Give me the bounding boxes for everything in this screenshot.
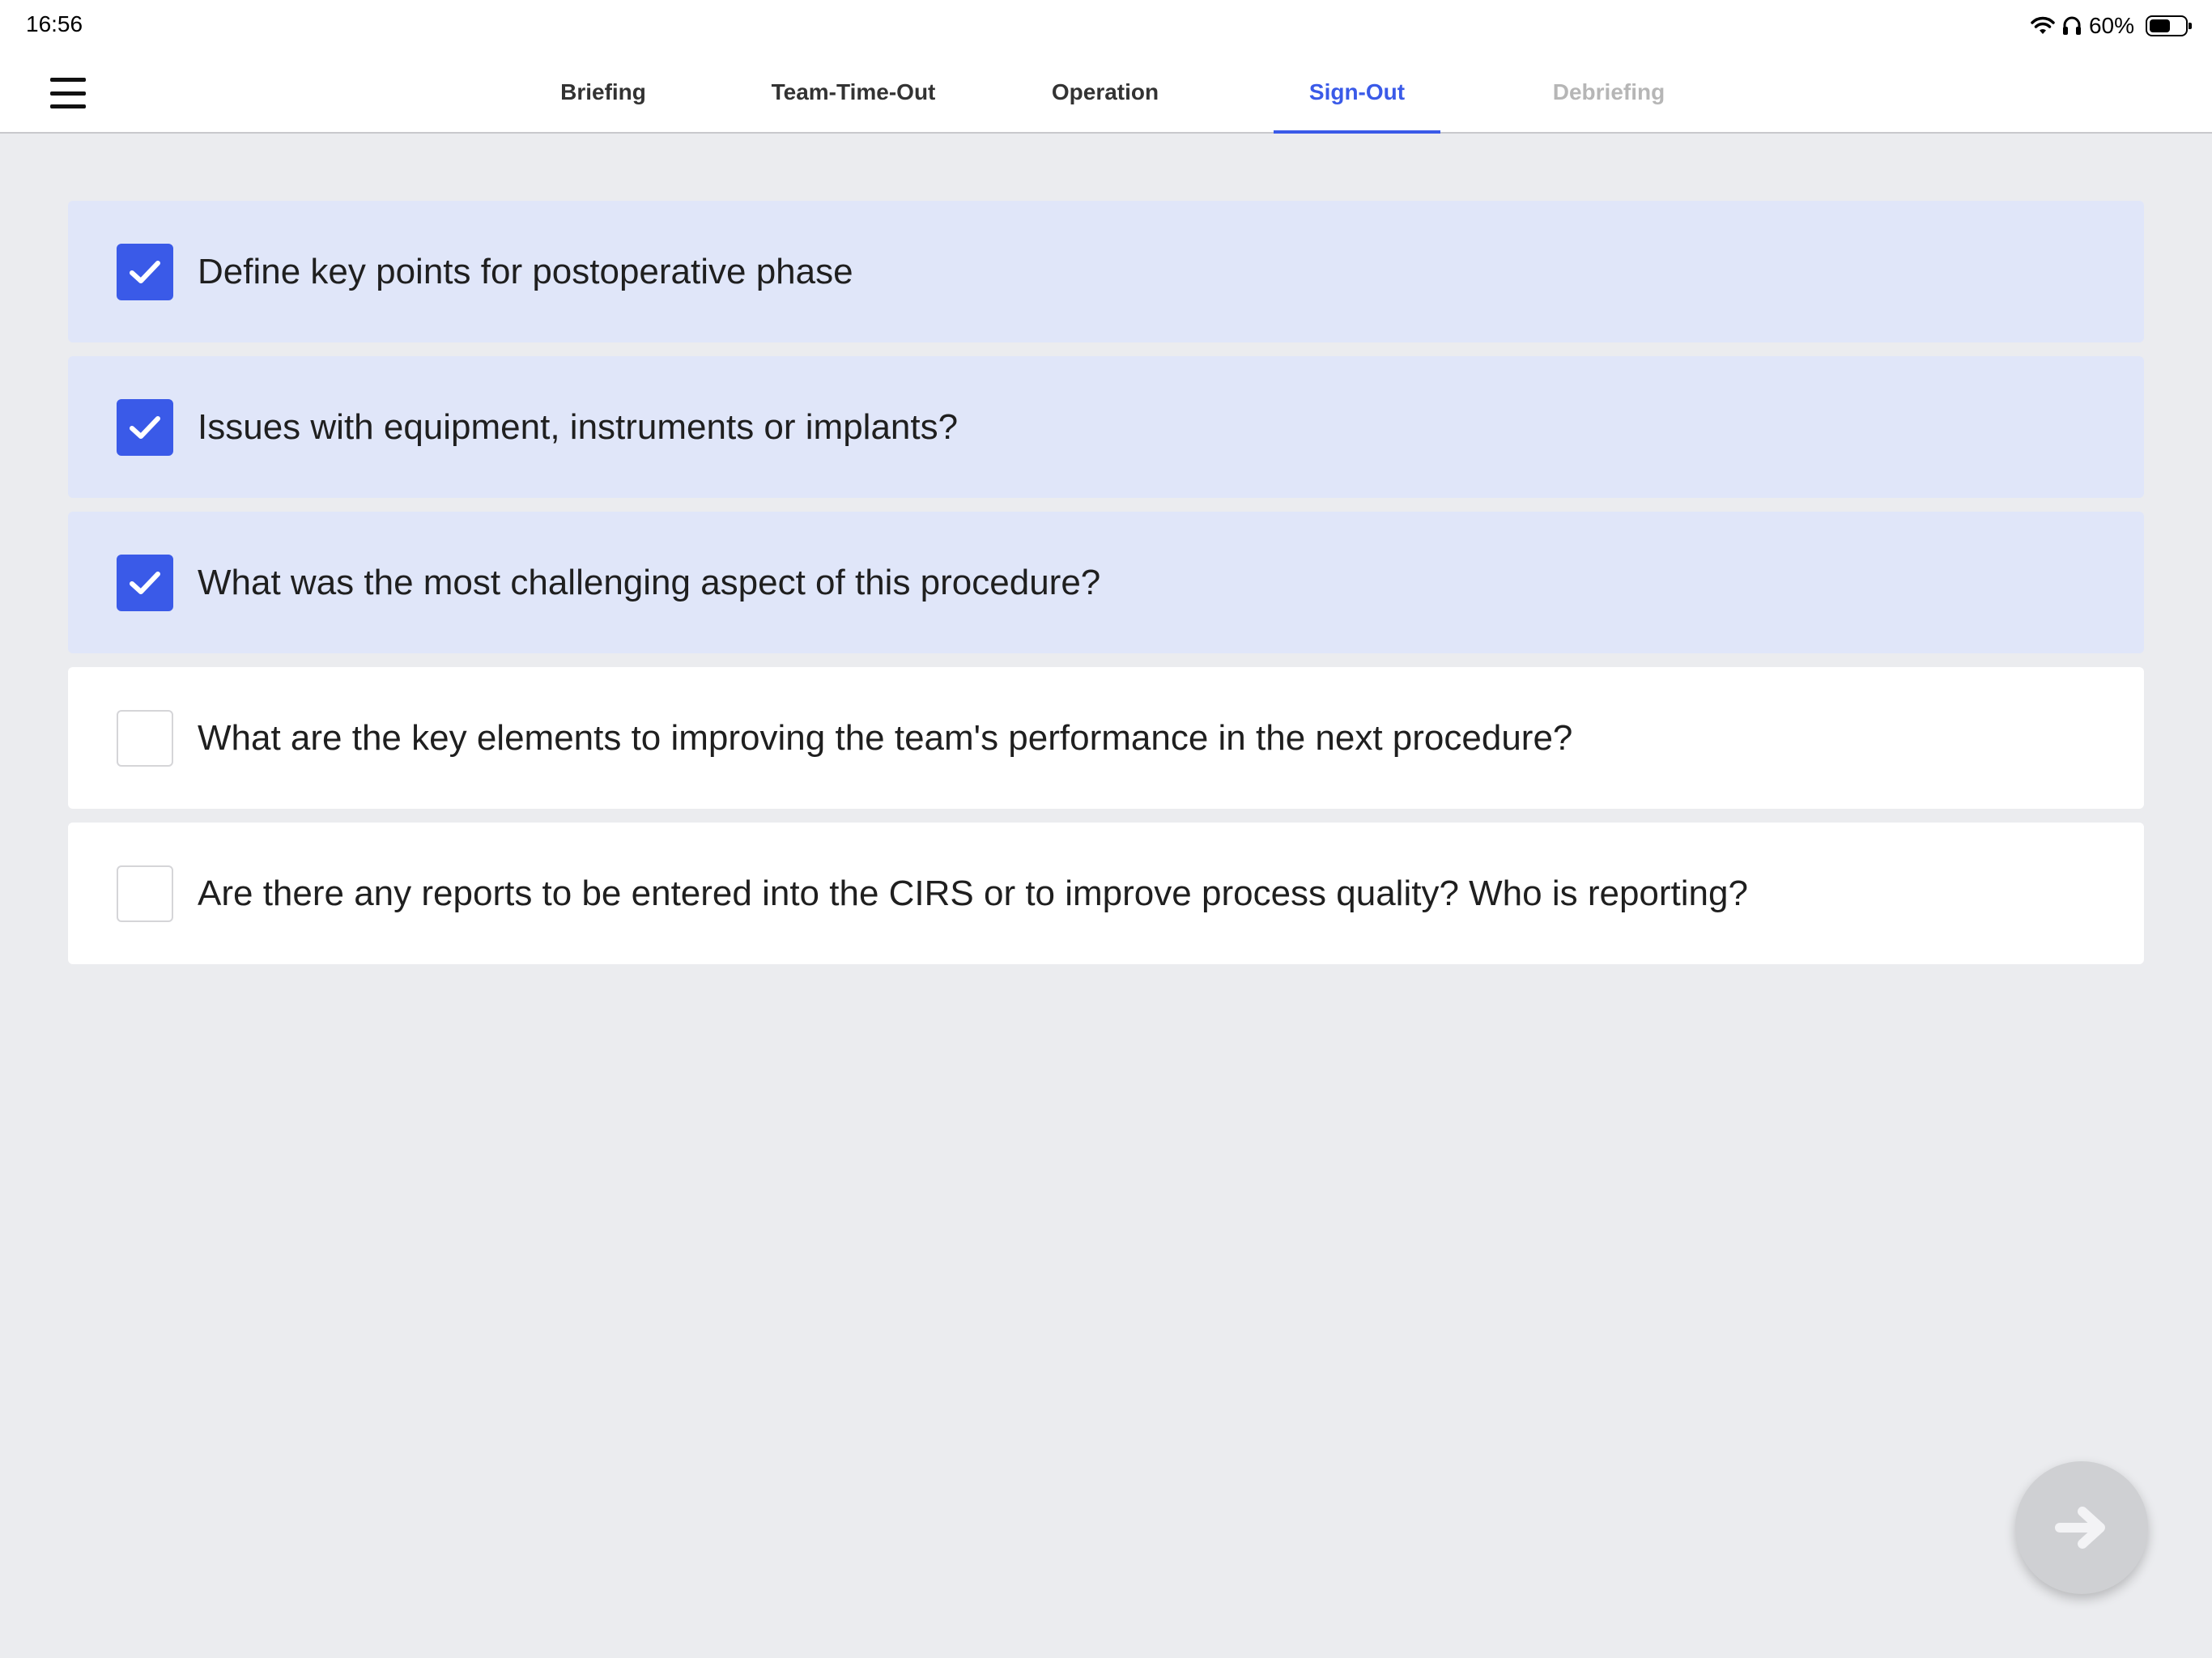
checklist-item[interactable]: What was the most challenging aspect of … <box>68 512 2144 653</box>
tab-operation[interactable]: Operation <box>1020 52 1190 132</box>
tab-debriefing[interactable]: Debriefing <box>1524 52 1694 132</box>
status-time: 16:56 <box>26 11 83 36</box>
checklist-item[interactable]: What are the key elements to improving t… <box>68 667 2144 809</box>
checklist-item[interactable]: Are there any reports to be entered into… <box>68 823 2144 964</box>
checkbox[interactable] <box>117 865 173 922</box>
tab-header: Briefing Team-Time-Out Operation Sign-Ou… <box>0 52 2212 134</box>
tab-team-time-out[interactable]: Team-Time-Out <box>762 52 945 132</box>
arrow-right-icon <box>2055 1507 2105 1549</box>
next-button[interactable] <box>2015 1461 2148 1594</box>
tab-sign-out[interactable]: Sign-Out <box>1274 52 1440 134</box>
wifi-icon <box>2031 16 2055 34</box>
app-screen: 16:56 60% Briefing Team-Time-Out Operati… <box>0 0 2212 1658</box>
checklist-item[interactable]: Define key points for postoperative phas… <box>68 201 2144 342</box>
checkmark-icon <box>130 415 160 439</box>
sign-out-checklist: Define key points for postoperative phas… <box>68 201 2144 964</box>
checkbox[interactable] <box>117 709 173 767</box>
checklist-item-label: Are there any reports to be entered into… <box>198 873 1748 913</box>
status-indicators: 60% <box>2031 10 2192 42</box>
battery-icon <box>2146 15 2192 36</box>
checkmark-icon <box>130 260 160 283</box>
checklist-item-label: Define key points for postoperative phas… <box>198 251 853 291</box>
battery-level <box>2150 19 2170 32</box>
headphones-icon <box>2062 16 2081 35</box>
checkbox[interactable] <box>117 398 173 456</box>
checklist-item-label: Issues with equipment, instruments or im… <box>198 406 959 447</box>
checklist-item-label: What are the key elements to improving t… <box>198 717 1573 758</box>
checkbox[interactable] <box>117 554 173 611</box>
checkmark-icon <box>130 571 160 594</box>
hamburger-menu-icon[interactable] <box>50 78 86 108</box>
status-bar: 16:56 60% <box>0 0 2212 52</box>
battery-percentage: 60% <box>2088 13 2134 38</box>
checkbox[interactable] <box>117 243 173 300</box>
checklist-item[interactable]: Issues with equipment, instruments or im… <box>68 356 2144 498</box>
tab-briefing[interactable]: Briefing <box>529 52 678 132</box>
checklist-item-label: What was the most challenging aspect of … <box>198 562 1101 602</box>
